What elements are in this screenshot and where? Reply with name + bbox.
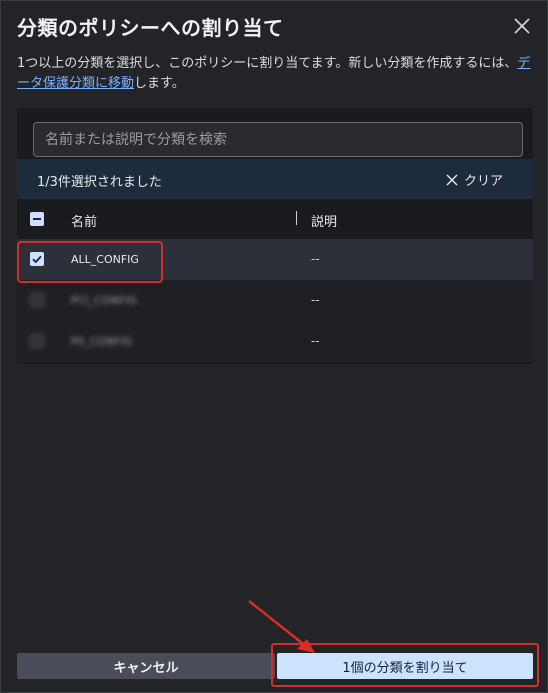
indeterminate-checkbox-icon — [30, 212, 44, 226]
table-row[interactable]: PII_CONFIG -- — [17, 321, 533, 362]
classification-table-panel: 1/3件選択されました クリア 名前 説明 — [17, 108, 533, 364]
row-description: -- — [311, 334, 320, 348]
assign-classification-dialog: 分類のポリシーへの割り当て 1つ以上の分類を選択し、このポリシーに割り当てます。… — [0, 0, 548, 693]
column-header-name[interactable]: 名前 — [71, 211, 97, 230]
close-icon — [514, 18, 530, 34]
row-description: -- — [311, 252, 320, 266]
selection-count: 1/3件選択されました — [37, 175, 162, 190]
row-name: ALL_CONFIG — [71, 253, 139, 266]
row-name: PCI_CONFIG — [71, 294, 137, 307]
assign-classification-button[interactable]: 1個の分類を割り当て — [277, 653, 533, 679]
search-input[interactable] — [34, 123, 522, 156]
cancel-button[interactable]: キャンセル — [17, 653, 275, 679]
unchecked-checkbox-icon — [30, 293, 44, 307]
row-description: -- — [311, 293, 320, 307]
dialog-description: 1つ以上の分類を選択し、このポリシーに割り当てます。新しい分類を作成するには、デ… — [17, 54, 533, 94]
row-name: PII_CONFIG — [71, 335, 133, 348]
unchecked-checkbox-icon — [30, 334, 44, 348]
dialog-footer: キャンセル 1個の分類を割り当て — [1, 641, 548, 693]
column-header-description[interactable]: 説明 — [311, 211, 337, 230]
clear-selection-button[interactable]: クリア — [446, 170, 503, 189]
description-suffix: します。 — [134, 76, 185, 91]
search-box[interactable] — [33, 122, 523, 157]
description-text: 1つ以上の分類を選択し、このポリシーに割り当てます。新しい分類を作成するには、 — [17, 56, 518, 71]
checked-checkbox-icon — [30, 252, 44, 266]
close-button[interactable] — [511, 15, 533, 37]
selection-bar: 1/3件選択されました クリア — [17, 159, 533, 199]
table-row[interactable]: ALL_CONFIG -- — [17, 239, 533, 280]
column-resize-handle[interactable] — [296, 211, 297, 225]
close-icon — [446, 174, 458, 185]
select-all-checkbox[interactable] — [30, 212, 44, 226]
table-row[interactable]: PCI_CONFIG -- — [17, 280, 533, 321]
table-header: 名前 説明 — [17, 199, 533, 239]
row-checkbox[interactable] — [30, 252, 44, 266]
row-checkbox[interactable] — [30, 334, 44, 348]
dialog-title: 分類のポリシーへの割り当て — [17, 16, 284, 40]
row-checkbox[interactable] — [30, 293, 44, 307]
clear-label: クリア — [463, 174, 503, 189]
